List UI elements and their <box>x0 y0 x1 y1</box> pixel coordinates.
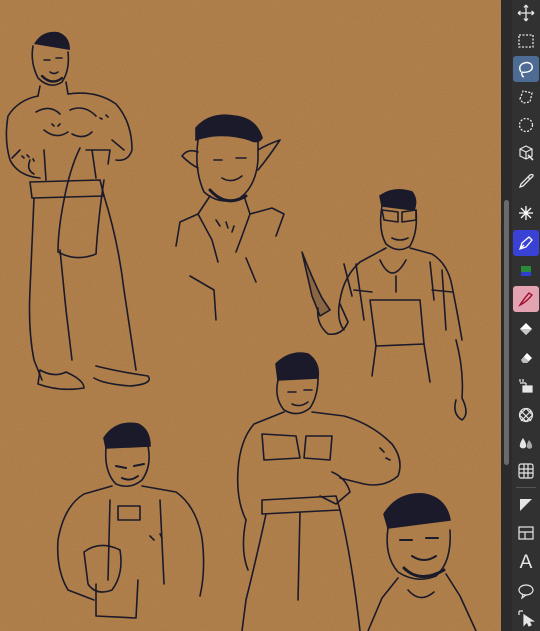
pen-nib-icon[interactable] <box>513 230 539 256</box>
vector-icon[interactable] <box>513 492 539 518</box>
grid-icon[interactable] <box>513 458 539 484</box>
brush-icon[interactable] <box>513 286 539 312</box>
scrollbar-thumb[interactable] <box>504 200 509 465</box>
blend-icon[interactable] <box>513 372 539 398</box>
eraser-icon[interactable] <box>513 344 539 370</box>
sketch-artwork <box>0 0 501 631</box>
drawing-canvas[interactable] <box>0 0 501 631</box>
ellipse-select-icon[interactable] <box>513 112 539 138</box>
object-select-icon[interactable] <box>513 605 539 631</box>
fill-bucket-icon[interactable] <box>513 316 539 342</box>
speech-bubble-icon[interactable] <box>513 578 539 604</box>
cube-icon[interactable] <box>513 140 539 166</box>
text-icon[interactable]: A <box>513 549 539 575</box>
lasso-select-icon[interactable] <box>513 56 539 82</box>
move-arrows-icon[interactable] <box>513 0 539 26</box>
pattern-icon[interactable] <box>513 402 539 428</box>
rect-select-icon[interactable] <box>513 28 539 54</box>
polygon-select-icon[interactable] <box>513 84 539 110</box>
drops-icon[interactable] <box>513 430 539 456</box>
vertical-scrollbar[interactable] <box>501 0 512 631</box>
toolbox-divider <box>516 487 536 488</box>
eyedropper-icon[interactable] <box>513 168 539 194</box>
gradient-icon[interactable] <box>513 258 539 284</box>
magic-wand-icon[interactable] <box>513 200 539 226</box>
text-tool-label: A <box>519 551 533 573</box>
frame-icon[interactable] <box>513 520 539 546</box>
toolbox-panel: A <box>512 0 540 631</box>
